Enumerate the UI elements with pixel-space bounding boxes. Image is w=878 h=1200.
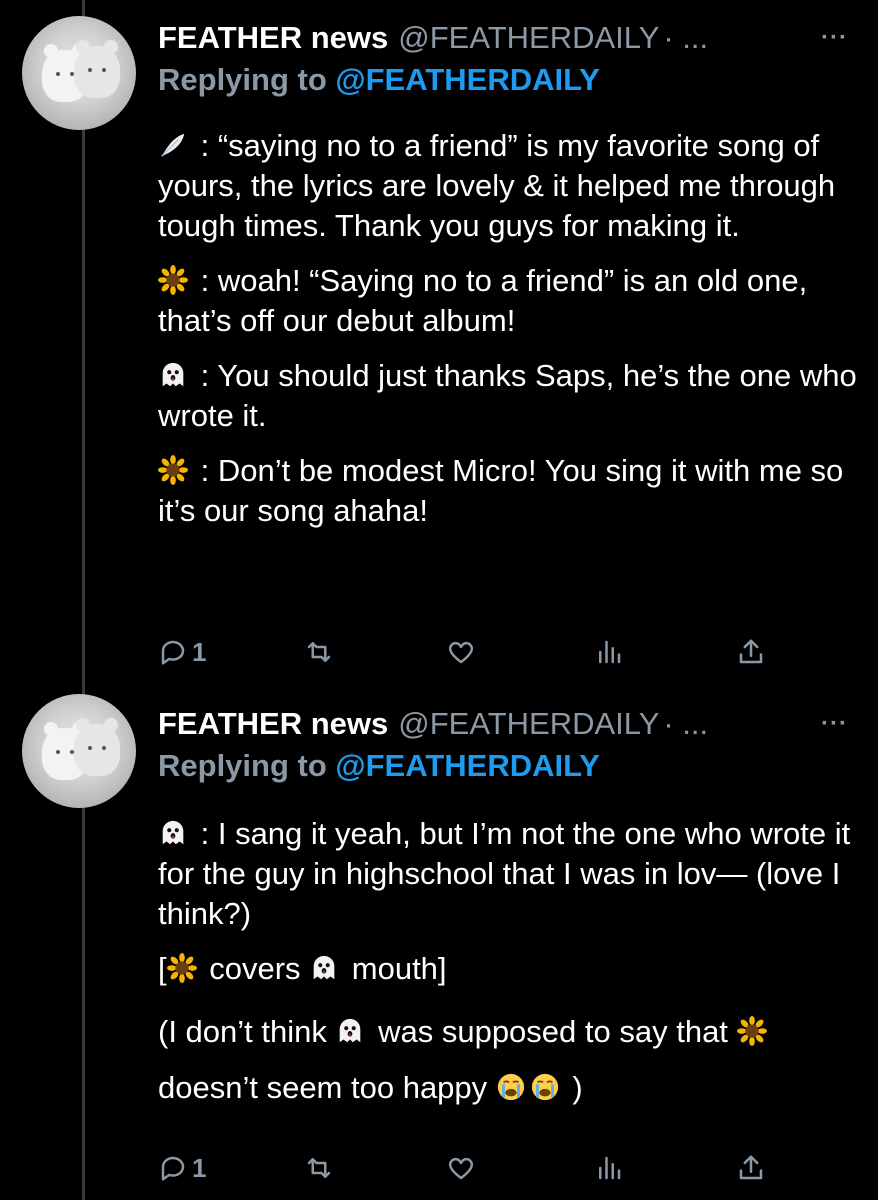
dialog-text: : woah! “Saying no to a friend” is an ol… xyxy=(158,263,808,338)
reply-mention-link[interactable]: @FEATHERDAILY xyxy=(335,62,599,97)
reply-icon xyxy=(161,640,185,665)
reply-count: 1 xyxy=(192,1152,207,1183)
replying-to-label: Replying to xyxy=(158,748,336,783)
author-handle[interactable]: @FEATHERDAILY xyxy=(398,706,659,741)
heart-icon xyxy=(448,1157,474,1180)
reply-button[interactable]: 1 xyxy=(158,632,206,672)
share-button[interactable] xyxy=(736,1148,766,1188)
ghost-icon xyxy=(158,818,188,848)
replying-to-label: Replying to xyxy=(158,62,336,97)
analytics-icon xyxy=(599,1156,621,1180)
share-button[interactable] xyxy=(736,632,766,672)
heart-icon xyxy=(448,641,474,664)
avatar[interactable] xyxy=(22,16,136,130)
bracket-text: [ xyxy=(158,951,167,986)
tweet-text: : I sang it yeah, but I’m not the one wh… xyxy=(158,814,858,1131)
narration-text: doesn’t seem too happy xyxy=(158,1070,496,1105)
ghost-icon xyxy=(158,360,188,390)
avatar[interactable] xyxy=(22,694,136,808)
tweet-actions: 1 xyxy=(158,1148,838,1188)
ghost-icon xyxy=(335,1016,365,1046)
reply-count: 1 xyxy=(192,636,207,667)
avatar-bear xyxy=(74,718,120,776)
author-name[interactable]: FEATHER news xyxy=(158,706,388,741)
tweet-header: FEATHER news @FEATHERDAILY · ... xyxy=(158,704,858,744)
share-icon xyxy=(739,1155,763,1180)
tweet-actions: 1 xyxy=(158,632,838,672)
analytics-icon xyxy=(599,640,621,664)
like-button[interactable] xyxy=(446,632,476,672)
tweet-2[interactable]: FEATHER news @FEATHERDAILY · ... ··· Reply… xyxy=(0,690,878,1200)
dialog-text: : I sang it yeah, but I’m not the one wh… xyxy=(158,816,851,931)
dialog-line: : “saying no to a friend” is my favorite… xyxy=(158,126,858,246)
dialog-line: : I sang it yeah, but I’m not the one wh… xyxy=(158,814,858,934)
retweet-button[interactable] xyxy=(304,632,334,672)
crying-face-icon xyxy=(496,1072,526,1102)
tweet-1[interactable]: FEATHER news @FEATHERDAILY · ... ··· Reply… xyxy=(0,0,878,690)
more-options-icon[interactable]: ··· xyxy=(821,710,848,738)
retweet-button[interactable] xyxy=(304,1148,334,1188)
crying-face-icon xyxy=(530,1072,560,1102)
narration-text: ) xyxy=(563,1070,583,1105)
sunflower-icon xyxy=(737,1016,767,1046)
dialog-text: : Don’t be modest Micro! You sing it wit… xyxy=(158,453,844,528)
dialog-line: : You should just thanks Saps, he’s the … xyxy=(158,356,858,436)
sunflower-icon xyxy=(158,455,188,485)
feather-icon xyxy=(158,130,188,160)
replying-to: Replying to @FEATHERDAILY xyxy=(158,746,600,786)
narration: (I don’t think was supposed to say that … xyxy=(158,1004,858,1116)
dialog-line: : Don’t be modest Micro! You sing it wit… xyxy=(158,451,858,531)
share-icon xyxy=(739,639,763,664)
analytics-button[interactable] xyxy=(594,1148,624,1188)
stage-text: covers xyxy=(200,951,310,986)
retweet-icon xyxy=(307,642,331,662)
dialog-text: : You should just thanks Saps, he’s the … xyxy=(158,358,857,433)
author-handle[interactable]: @FEATHERDAILY xyxy=(398,20,659,55)
stage-direction: [ covers mouth] xyxy=(158,949,858,989)
dialog-line: : woah! “Saying no to a friend” is an ol… xyxy=(158,261,858,341)
narration-text: (I don’t think xyxy=(158,1014,336,1049)
analytics-button[interactable] xyxy=(594,632,624,672)
tweet-header: FEATHER news @FEATHERDAILY · ... xyxy=(158,18,858,58)
reply-icon xyxy=(161,1156,185,1181)
retweet-icon xyxy=(307,1158,331,1178)
reply-mention-link[interactable]: @FEATHERDAILY xyxy=(335,748,599,783)
author-name[interactable]: FEATHER news xyxy=(158,20,388,55)
narration-text: was supposed to say that xyxy=(369,1014,737,1049)
dialog-text: : “saying no to a friend” is my favorite… xyxy=(158,128,836,243)
like-button[interactable] xyxy=(446,1148,476,1188)
replying-to: Replying to @FEATHERDAILY xyxy=(158,60,600,100)
ghost-icon xyxy=(309,953,339,983)
sunflower-icon xyxy=(167,953,197,983)
sunflower-icon xyxy=(158,265,188,295)
avatar-bear xyxy=(74,40,120,98)
reply-button[interactable]: 1 xyxy=(158,1148,206,1188)
timestamp-separator: · ... xyxy=(663,20,709,55)
tweet-text: : “saying no to a friend” is my favorite… xyxy=(158,126,858,546)
timestamp-separator: · ... xyxy=(663,706,709,741)
more-options-icon[interactable]: ··· xyxy=(821,24,848,52)
stage-text: mouth] xyxy=(343,951,447,986)
